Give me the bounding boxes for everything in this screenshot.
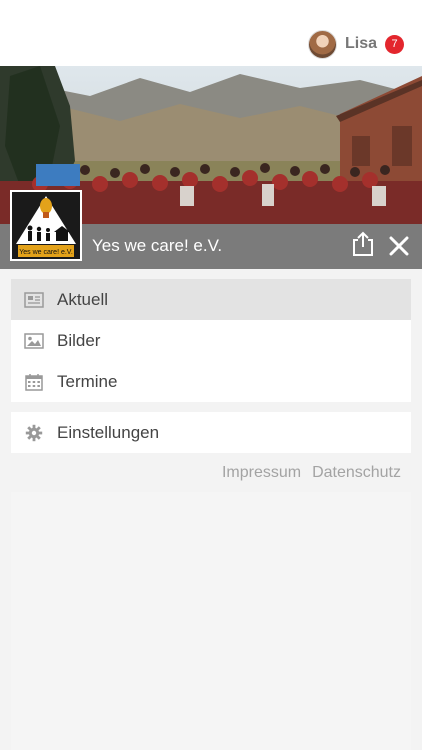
primary-menu: Aktuell Bilder Termine (11, 279, 411, 402)
share-button[interactable] (350, 230, 376, 258)
newspaper-icon (23, 289, 45, 311)
secondary-menu: Einstellungen (11, 412, 411, 453)
calendar-icon (23, 371, 45, 393)
organization-logo: Yes we care! e.V. (10, 190, 82, 261)
impressum-link[interactable]: Impressum (222, 464, 301, 482)
menu-item-bilder[interactable]: Bilder (11, 320, 411, 361)
empty-panel (11, 492, 411, 750)
organization-name: Yes we care! e.V. (92, 236, 223, 255)
user-name[interactable]: Lisa (345, 35, 377, 53)
footer-links: Impressum Datenschutz (222, 464, 401, 482)
notification-badge[interactable]: 7 (385, 34, 404, 54)
user-avatar[interactable] (307, 29, 337, 59)
share-icon (353, 231, 373, 256)
image-icon (23, 330, 45, 352)
svg-text:Yes we care! e.V.: Yes we care! e.V. (19, 249, 73, 256)
menu-label: Bilder (57, 330, 101, 350)
top-bar: Lisa 7 (0, 0, 422, 66)
menu-label: Aktuell (57, 289, 109, 309)
menu-label: Termine (57, 371, 118, 391)
menu-item-termine[interactable]: Termine (11, 361, 411, 402)
menu-label: Einstellungen (57, 422, 160, 442)
menu-item-einstellungen[interactable]: Einstellungen (11, 412, 411, 453)
close-icon (389, 236, 409, 256)
gear-icon (23, 422, 45, 444)
user-profile[interactable]: Lisa 7 (307, 29, 404, 59)
close-button[interactable] (386, 232, 412, 260)
datenschutz-link[interactable]: Datenschutz (312, 464, 401, 482)
menu-content: Aktuell Bilder Termine Einstellungen Imp… (0, 269, 422, 750)
menu-item-aktuell[interactable]: Aktuell (11, 279, 411, 320)
